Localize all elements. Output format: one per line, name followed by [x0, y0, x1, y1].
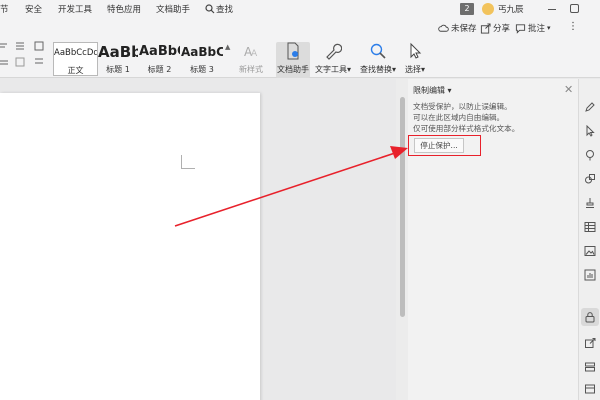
menu-tab-section[interactable]: 节: [0, 3, 9, 15]
style-heading-2-preview: AaBbC: [139, 44, 180, 59]
title-bar: 节 安全 开发工具 特色应用 文档助手 查找 2 丐九辰: [0, 0, 600, 19]
select-button[interactable]: 选择▾: [402, 42, 428, 78]
menu-tab-security[interactable]: 安全: [25, 3, 42, 15]
save-status-label: 未保存: [451, 24, 477, 34]
document-icon: [287, 42, 299, 60]
page-count-badge[interactable]: 2: [460, 3, 474, 15]
style-heading-3-label: 标题 3: [190, 65, 214, 74]
stamp-icon[interactable]: [584, 197, 596, 209]
ribbon: 未保存 分享 批注 ▾ ⋮ AaBbCcDd 正文 AaBb 标题 1 AaBb…: [0, 19, 600, 78]
avatar[interactable]: [482, 3, 494, 15]
find-replace-label: 查找替换▾: [360, 65, 397, 74]
style-normal[interactable]: AaBbCcDd 正文: [53, 42, 98, 76]
menu-tab-developer[interactable]: 开发工具: [58, 3, 92, 15]
share-button[interactable]: 分享: [480, 22, 510, 34]
minimize-icon[interactable]: [548, 9, 556, 10]
style-heading-1[interactable]: AaBb 标题 1: [98, 42, 138, 76]
comment-icon: [515, 23, 526, 34]
style-normal-preview: AaBbCcDd: [54, 48, 97, 58]
new-style-icon: AA: [244, 45, 258, 59]
wrench-icon: [326, 43, 342, 60]
find-replace-text: 查找替换: [360, 65, 392, 74]
layers-icon[interactable]: [584, 361, 596, 373]
menu-tab-doc-assistant[interactable]: 文档助手: [156, 3, 190, 15]
share-icon: [480, 22, 491, 34]
scroll-thumb[interactable]: [400, 97, 405, 317]
stop-protection-button[interactable]: 停止保护...: [414, 138, 464, 153]
cursor-icon[interactable]: [584, 125, 596, 137]
style-heading-2-label: 标题 2: [147, 65, 172, 74]
margin-corner-mark: [181, 155, 195, 169]
text-tools-text: 文字工具: [314, 65, 347, 74]
svg-text:A: A: [251, 49, 258, 59]
panel-line-3: 仅可使用部分样式格式化文本。: [413, 124, 520, 133]
image-icon[interactable]: [584, 245, 596, 257]
restrict-editing-panel: 限制编辑 ▾ ✕ 文档受保护，以防止误编辑。 可以在此区域内自由编辑。 仅可使用…: [408, 79, 578, 400]
style-heading-2[interactable]: AaBbC 标题 2: [139, 42, 180, 76]
lock-icon[interactable]: [584, 311, 596, 323]
shapes-icon[interactable]: [584, 173, 596, 185]
vertical-scrollbar[interactable]: [396, 79, 408, 400]
comment-label: 批注: [528, 24, 546, 34]
find-replace-button[interactable]: 查找替换▾: [360, 42, 396, 78]
pen-icon[interactable]: [584, 101, 596, 113]
comment-button[interactable]: 批注 ▾: [515, 22, 551, 34]
user-name[interactable]: 丐九辰: [498, 3, 524, 15]
menu-tab-features[interactable]: 特色应用: [107, 3, 141, 15]
doc-assistant-button[interactable]: 文档助手: [276, 42, 310, 78]
close-icon[interactable]: ✕: [564, 83, 573, 96]
paragraph-tools[interactable]: [0, 40, 50, 74]
magnifier-icon: [370, 43, 386, 59]
gallery-scroll-icon[interactable]: ▲: [225, 43, 230, 51]
new-style-label: 新样式: [239, 65, 263, 74]
search-icon[interactable]: [205, 4, 215, 14]
document-page[interactable]: [0, 93, 260, 400]
cloud-icon: [438, 24, 449, 32]
maximize-icon[interactable]: [570, 4, 579, 13]
archive-icon[interactable]: [584, 383, 596, 395]
right-rail: [578, 79, 600, 400]
style-heading-3[interactable]: AaBbC 标题 3: [181, 42, 223, 76]
chart-icon[interactable]: [584, 269, 596, 281]
location-pin-icon[interactable]: [584, 149, 596, 161]
more-icon[interactable]: ⋮: [568, 21, 578, 32]
style-heading-1-label: 标题 1: [106, 65, 130, 74]
chevron-down-icon: ▾: [547, 24, 551, 32]
table-icon[interactable]: [584, 221, 596, 233]
panel-title-text: 限制编辑: [413, 86, 445, 95]
doc-assistant-label: 文档助手: [277, 65, 309, 74]
text-tools-button[interactable]: 文字工具▾: [314, 42, 352, 78]
new-style-button[interactable]: AA 新样式: [233, 42, 269, 78]
panel-title: 限制编辑 ▾: [413, 86, 452, 95]
style-heading-1-preview: AaBb: [98, 43, 138, 61]
share-label: 分享: [493, 24, 511, 34]
panel-line-1: 文档受保护，以防止误编辑。: [413, 102, 512, 111]
cursor-icon: [410, 42, 422, 59]
select-text: 选择: [404, 65, 421, 74]
save-status[interactable]: 未保存: [438, 22, 477, 34]
style-heading-3-preview: AaBbC: [181, 45, 223, 59]
export-icon[interactable]: [584, 337, 596, 349]
document-area: [0, 79, 395, 400]
select-label: 选择▾: [404, 65, 425, 74]
menu-search[interactable]: 查找: [216, 3, 233, 15]
style-normal-label: 正文: [67, 66, 84, 75]
text-tools-label: 文字工具▾: [314, 65, 351, 74]
panel-line-2: 可以在此区域内自由编辑。: [413, 113, 505, 122]
